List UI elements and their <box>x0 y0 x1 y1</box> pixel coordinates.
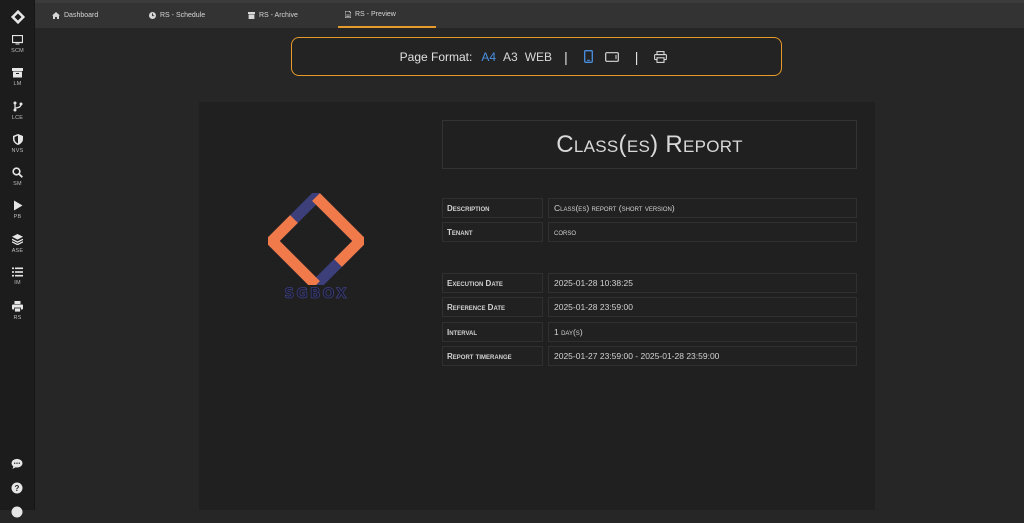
document-icon <box>345 11 351 18</box>
format-option-a4[interactable]: A4 <box>481 50 496 64</box>
sidebar-item-label: LM <box>13 81 22 87</box>
sidebar-item-label: LCE <box>11 115 24 121</box>
sidebar-item-label: RS <box>13 315 22 321</box>
page-format-label: Page Format: <box>399 49 473 64</box>
sidebar-item-nvs[interactable]: NVS <box>0 134 35 164</box>
sidebar-item-pb[interactable]: PB <box>0 200 35 230</box>
info-button[interactable] <box>11 505 23 518</box>
git-branch-icon <box>13 101 22 112</box>
date-key: Reference Date <box>442 297 543 317</box>
tab-label: RS - Schedule <box>160 12 206 19</box>
format-option-a3[interactable]: A3 <box>503 50 518 64</box>
date-value: 2025-01-27 23:59:00 - 2025-01-28 23:59:0… <box>548 346 857 366</box>
date-key: Execution Date <box>442 273 543 293</box>
tab-label: Dashboard <box>64 12 99 19</box>
sidebar-item-label: IM <box>14 280 21 286</box>
tab-rs-archive[interactable]: RS - Archive <box>248 3 298 28</box>
sgbox-logo <box>264 189 368 293</box>
archive-box-icon <box>12 68 23 78</box>
brand-text: SGBOX <box>284 286 349 303</box>
landscape-button[interactable] <box>604 51 619 62</box>
play-icon <box>13 200 22 211</box>
sidebar-item-label: SM <box>13 181 22 187</box>
sidebar-item-scm[interactable]: SCM <box>0 35 35 65</box>
archive-icon <box>248 12 255 19</box>
portrait-button[interactable] <box>583 50 593 63</box>
sidebar-item-label: PB <box>13 214 22 220</box>
printer-icon <box>654 50 668 63</box>
date-value: 2025-01-28 23:59:00 <box>548 297 857 317</box>
detail-key: Tenant <box>442 222 543 242</box>
layers-icon <box>12 234 23 245</box>
sidebar-item-rs[interactable]: RS <box>0 301 35 331</box>
sidebar-item-im[interactable]: IM <box>0 267 35 297</box>
app-logo[interactable] <box>0 0 35 34</box>
date-key: Interval <box>442 322 543 342</box>
sidebar-item-label: NVS <box>11 148 24 154</box>
info-icon <box>11 506 23 518</box>
date-value: 1 day(s) <box>548 322 857 342</box>
tab-label: RS - Preview <box>355 11 396 18</box>
chat-button[interactable] <box>11 457 23 469</box>
sgbox-logo-icon <box>264 189 368 293</box>
separator: | <box>564 48 568 65</box>
date-value: 2025-01-28 10:38:25 <box>548 273 857 293</box>
sidebar-item-label: SCM <box>11 48 24 54</box>
separator: | <box>634 48 639 65</box>
sidebar-item-lce[interactable]: LCE <box>0 101 35 131</box>
chat-icon <box>11 458 23 469</box>
sidebar-item-label: ASE <box>11 248 24 254</box>
print-button[interactable] <box>654 50 668 63</box>
search-icon <box>12 167 23 178</box>
format-option-web[interactable]: WEB <box>525 50 552 64</box>
detail-key: Description <box>442 198 543 218</box>
home-icon <box>52 12 60 19</box>
sidebar: SCM LM LCE NVS SM PB ASE IM RS ? <box>0 0 35 518</box>
shield-icon <box>12 134 23 145</box>
svg-text:?: ? <box>15 484 20 493</box>
report-title: Class(es) Report <box>442 120 857 169</box>
page-format-bar: Page Format: A4 A3 WEB | | <box>291 37 782 76</box>
portrait-icon <box>583 50 593 63</box>
diamond-logo-icon <box>10 9 25 25</box>
clock-icon <box>149 12 156 19</box>
tab-rs-schedule[interactable]: RS - Schedule <box>149 3 205 28</box>
tab-label: RS - Archive <box>259 12 298 19</box>
sidebar-item-ase[interactable]: ASE <box>0 234 35 264</box>
tab-bar: Dashboard RS - Schedule RS - Archive RS … <box>35 0 1024 28</box>
list-icon <box>12 267 23 277</box>
landscape-icon <box>604 51 619 62</box>
detail-value: corso <box>548 222 857 242</box>
printer-icon <box>12 301 23 312</box>
tab-rs-preview[interactable]: RS - Preview <box>338 3 436 28</box>
help-icon: ? <box>11 482 23 494</box>
sidebar-item-lm[interactable]: LM <box>0 68 35 98</box>
help-button[interactable]: ? <box>11 481 23 494</box>
sidebar-item-sm[interactable]: SM <box>0 167 35 197</box>
tab-dashboard[interactable]: Dashboard <box>52 3 98 28</box>
date-key: Report timerange <box>442 346 543 366</box>
detail-value: Class(es) report (short version) <box>548 198 857 218</box>
monitor-icon <box>12 35 23 45</box>
